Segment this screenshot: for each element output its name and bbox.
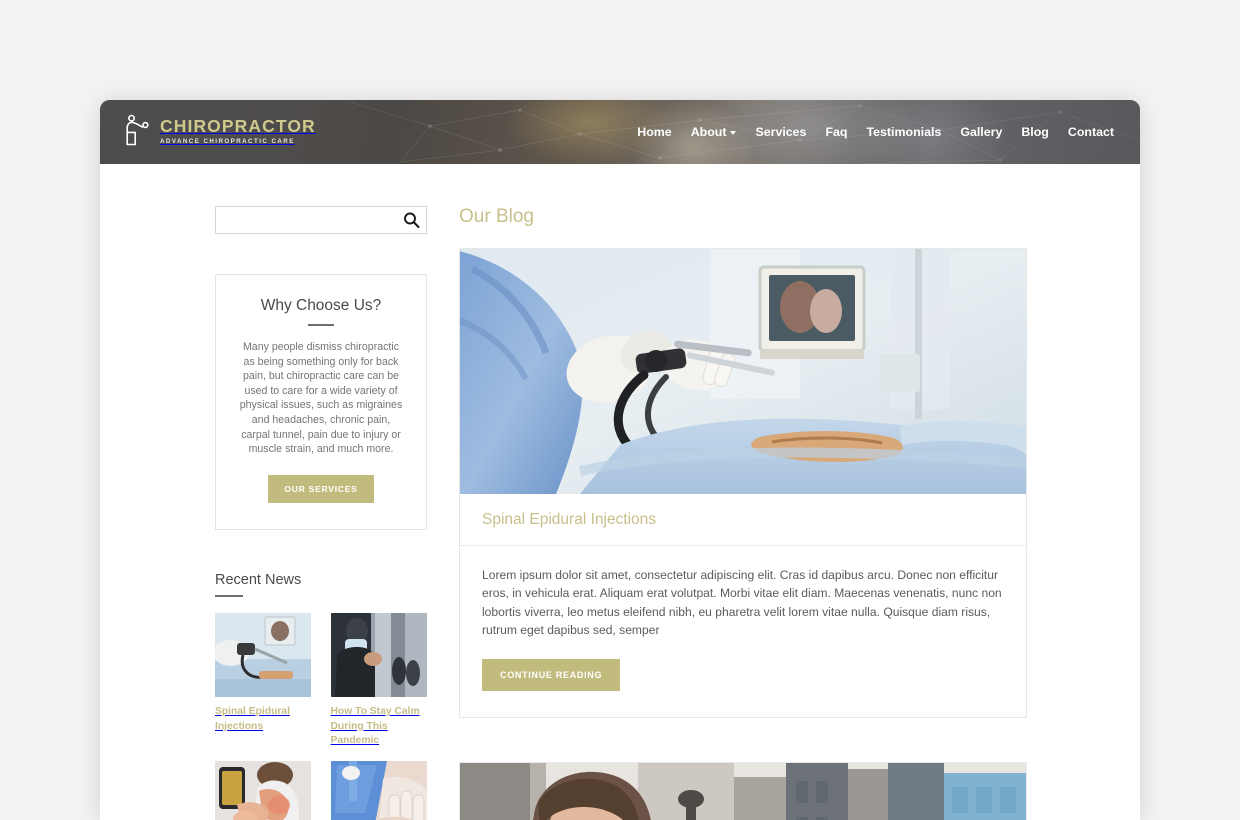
- blog-post-card: Spinal Epidural Injections Lorem ipsum d…: [459, 248, 1027, 718]
- blog-post-card: [459, 761, 1027, 820]
- endoscopic-spine-surgery-thumb: [215, 613, 311, 698]
- gloved-hands-injection-thumb: [330, 760, 427, 820]
- why-choose-us-widget: Why Choose Us? Many people dismiss chiro…: [215, 274, 427, 530]
- nav-item-testimonials[interactable]: Testimonials: [866, 125, 941, 139]
- nav-item-contact[interactable]: Contact: [1068, 125, 1114, 139]
- section-divider: [215, 594, 243, 598]
- why-choose-us-text: Many people dismiss chiropractic as bein…: [239, 341, 403, 456]
- recent-news-widget: Recent News Spinal Epidural Injections H…: [215, 572, 427, 820]
- why-choose-us-title: Why Choose Us?: [260, 297, 382, 314]
- site-logo[interactable]: CHIROPRACTOR ADVANCE CHIROPRACTIC CARE: [123, 114, 316, 148]
- nav-label: Faq: [825, 125, 848, 139]
- site-header: CHIROPRACTOR ADVANCE CHIROPRACTIC CARE H…: [100, 100, 1140, 164]
- website-page: CHIROPRACTOR ADVANCE CHIROPRACTIC CARE H…: [100, 100, 1140, 820]
- list-item-title: How To Stay Calm During This Pandemic: [330, 706, 420, 747]
- post-excerpt: Lorem ipsum dolor sit amet, consectetur …: [482, 568, 1002, 638]
- list-item[interactable]: How To Stay Calm During This Pandemic: [330, 613, 428, 749]
- content-area: Why Choose Us? Many people dismiss chiro…: [100, 164, 1140, 820]
- post-body: Lorem ipsum dolor sit amet, consectetur …: [460, 546, 1026, 717]
- surgeon-operating-endoscope-monitor: [460, 249, 1026, 494]
- logo-tagline: ADVANCE CHIROPRACTIC CARE: [160, 137, 295, 145]
- list-item[interactable]: Spinal Epidural Injections: [215, 613, 312, 749]
- nav-label: Testimonials: [866, 125, 942, 139]
- nav-label: About: [690, 125, 727, 139]
- chiropractor-adjustment-icon: [126, 114, 149, 146]
- nav-label: Blog: [1021, 125, 1049, 139]
- recent-news-heading: Recent News: [215, 571, 302, 588]
- post-title[interactable]: Spinal Epidural Injections: [482, 511, 1004, 529]
- nav-label: Contact: [1067, 125, 1114, 139]
- logo-brand-name: CHIROPRACTOR: [160, 116, 316, 137]
- search-button[interactable]: [403, 212, 420, 229]
- nav-label: Services: [755, 125, 807, 139]
- nav-item-gallery[interactable]: Gallery: [960, 125, 1002, 139]
- woman-wearing-surgical-mask-city: [460, 762, 1026, 820]
- man-neck-pain-phone-thumb: [215, 760, 311, 820]
- nav-item-faq[interactable]: Faq: [825, 125, 847, 139]
- nav-item-home[interactable]: Home: [637, 125, 671, 139]
- our-services-button[interactable]: OUR SERVICES: [268, 474, 374, 503]
- main-navigation: Home About Services Faq Testimonials Gal…: [637, 100, 1114, 164]
- nav-label: Gallery: [960, 125, 1003, 139]
- search-input[interactable]: [216, 207, 426, 233]
- sidebar: Why Choose Us? Many people dismiss chiro…: [215, 206, 427, 820]
- search-widget: [215, 206, 427, 234]
- man-wearing-face-mask-street-thumb: [330, 613, 427, 698]
- nav-item-blog[interactable]: Blog: [1021, 125, 1049, 139]
- search-icon: [404, 212, 420, 229]
- main-content: Our Blog Spinal Epidural Injections Lore…: [459, 206, 1027, 820]
- post-header: Spinal Epidural Injections: [460, 494, 1026, 545]
- chevron-down-icon: [730, 131, 737, 135]
- title-divider: [308, 324, 334, 326]
- list-item[interactable]: Impact of Cell Phones: [215, 760, 312, 820]
- page-title: Our Blog: [459, 206, 534, 227]
- nav-item-services[interactable]: Services: [755, 125, 806, 139]
- logo-text: CHIROPRACTOR ADVANCE CHIROPRACTIC CARE: [160, 117, 316, 145]
- continue-reading-button[interactable]: CONTINUE READING: [482, 658, 621, 691]
- list-item[interactable]: Facet Joint Injections: [330, 760, 428, 820]
- nav-label: Home: [637, 125, 672, 139]
- recent-news-list: Spinal Epidural Injections How To Stay C…: [215, 613, 427, 820]
- nav-item-about[interactable]: About: [691, 125, 737, 139]
- list-item-title: Spinal Epidural Injections: [215, 706, 290, 732]
